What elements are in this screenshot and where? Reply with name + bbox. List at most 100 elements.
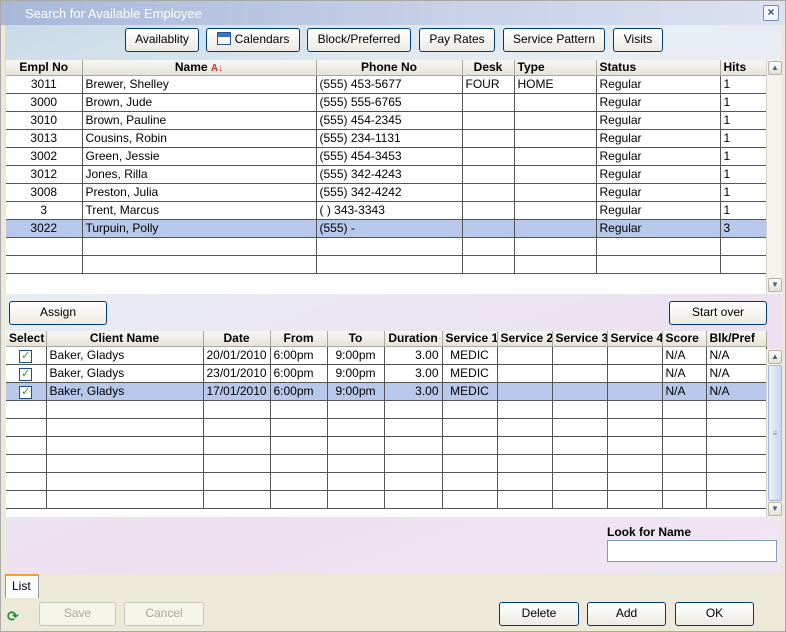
- name-cell: Jones, Rilla: [82, 165, 317, 184]
- scroll-up-arrow-icon[interactable]: ▲: [768, 350, 782, 364]
- select-cell: [6, 454, 47, 473]
- employee-row[interactable]: 3013 Cousins, Robin (555) 234-1131 Regular 1: [6, 129, 767, 148]
- window-title: Search for Available Employee: [25, 6, 202, 21]
- employee-grid: Empl No Name A↓ Phone No Desk Type Statu…: [6, 60, 767, 294]
- visit-row[interactable]: [6, 436, 767, 455]
- col-client-name[interactable]: Client Name: [46, 331, 204, 347]
- close-button[interactable]: ×: [763, 5, 779, 21]
- empl-no-cell: [6, 237, 83, 256]
- employee-row[interactable]: 3 Trent, Marcus( ) 343-3343 Regular 1: [6, 201, 767, 220]
- look-for-name-input[interactable]: [607, 540, 777, 562]
- to-cell: 9:00pm: [327, 364, 385, 383]
- duration-cell: 3.00: [384, 364, 443, 383]
- employee-row[interactable]: [6, 237, 767, 256]
- phone-cell: (555) 234-1131: [316, 129, 463, 148]
- type-cell: [514, 147, 597, 166]
- visit-row[interactable]: ✓ Baker, Gladys 20/01/2010 6:00pm 9:00pm 3.00…: [6, 346, 767, 365]
- employee-row[interactable]: 3011 Brewer, Shelley (555) 453-5677 FOUR HOM…: [6, 75, 767, 94]
- delete-button[interactable]: Delete: [499, 602, 579, 626]
- add-button[interactable]: Add: [587, 602, 666, 626]
- service-2-cell: [497, 472, 553, 491]
- client-name-cell: [46, 436, 204, 455]
- service-2-cell: [497, 346, 553, 365]
- employee-grid-scrollbar[interactable]: ▲ ▼: [766, 60, 782, 294]
- visits-grid-scrollbar[interactable]: ▲ ≡ ▼: [766, 349, 782, 517]
- visit-row[interactable]: [6, 454, 767, 473]
- service-1-cell: [442, 436, 498, 455]
- assign-button[interactable]: Assign: [9, 301, 107, 325]
- col-type[interactable]: Type: [514, 60, 597, 76]
- col-service-4[interactable]: Service 4: [607, 331, 663, 347]
- type-cell: [514, 183, 597, 202]
- col-name[interactable]: Name A↓: [82, 60, 317, 76]
- block-preferred-button[interactable]: Block/Preferred: [307, 28, 411, 52]
- col-to[interactable]: To: [327, 331, 385, 347]
- select-checkbox[interactable]: ✓: [19, 367, 33, 381]
- scroll-down-arrow-icon[interactable]: ▼: [768, 278, 782, 292]
- service-4-cell: [607, 418, 663, 437]
- col-blk-pref[interactable]: Blk/Pref: [706, 331, 767, 347]
- visit-row[interactable]: ✓ Baker, Gladys 23/01/2010 6:00pm 9:00pm 3.00…: [6, 364, 767, 383]
- scroll-down-arrow-icon[interactable]: ▼: [768, 502, 782, 516]
- pay-rates-button[interactable]: Pay Rates: [419, 28, 495, 52]
- blk-pref-cell: N/A: [706, 346, 767, 365]
- col-hits[interactable]: Hits: [720, 60, 767, 76]
- visit-row[interactable]: [6, 472, 767, 491]
- employee-row[interactable]: 3002 Green, Jessie (555) 454-3453 Regular 1: [6, 147, 767, 166]
- ok-button[interactable]: OK: [675, 602, 754, 626]
- visit-row[interactable]: [6, 490, 767, 509]
- service-pattern-button[interactable]: Service Pattern: [503, 28, 605, 52]
- select-checkbox[interactable]: ✓: [19, 349, 33, 363]
- type-cell: HOME: [514, 75, 597, 94]
- blk-pref-cell: [706, 436, 767, 455]
- save-button[interactable]: Save: [39, 602, 116, 626]
- employee-row[interactable]: [6, 255, 767, 274]
- col-score[interactable]: Score: [662, 331, 707, 347]
- type-cell: [514, 165, 597, 184]
- start-over-button[interactable]: Start over: [669, 301, 767, 325]
- cancel-button[interactable]: Cancel: [124, 602, 204, 626]
- empl-no-cell: 3011: [6, 75, 83, 94]
- col-status[interactable]: Status: [596, 60, 721, 76]
- empl-no-cell: 3000: [6, 93, 83, 112]
- visit-row[interactable]: [6, 418, 767, 437]
- visit-row[interactable]: ✓ Baker, Gladys 17/01/2010 6:00pm 9:00pm 3.00…: [6, 382, 767, 401]
- refresh-icon[interactable]: ⟳: [7, 609, 19, 623]
- col-desk[interactable]: Desk: [462, 60, 515, 76]
- col-empl-no[interactable]: Empl No: [6, 60, 83, 76]
- col-service-1[interactable]: Service 1: [442, 331, 498, 347]
- employee-row[interactable]: 3012 Jones, Rilla (555) 342-4243 Regular 1: [6, 165, 767, 184]
- blk-pref-cell: [706, 418, 767, 437]
- visit-row[interactable]: [6, 400, 767, 419]
- select-cell[interactable]: ✓: [6, 346, 47, 365]
- employee-row[interactable]: 3022 Turpuin, Polly (555) - Regular 3: [6, 219, 767, 238]
- scroll-thumb[interactable]: ≡: [768, 365, 782, 501]
- col-phone-no[interactable]: Phone No: [316, 60, 463, 76]
- name-cell: [82, 255, 317, 274]
- availability-button[interactable]: Availablity: [125, 28, 199, 52]
- status-cell: Regular: [596, 93, 721, 112]
- col-date[interactable]: Date: [203, 331, 271, 347]
- col-service-3[interactable]: Service 3: [552, 331, 608, 347]
- employee-row[interactable]: 3008 Preston, Julia (555) 342-4242 Regular 1: [6, 183, 767, 202]
- col-from[interactable]: From: [270, 331, 328, 347]
- col-duration[interactable]: Duration: [384, 331, 443, 347]
- date-cell: [203, 490, 271, 509]
- empl-no-cell: [6, 255, 83, 274]
- employee-row[interactable]: 3010 Brown, Pauline (555) 454-2345 Regular 1: [6, 111, 767, 130]
- select-cell[interactable]: ✓: [6, 382, 47, 401]
- col-service-2[interactable]: Service 2: [497, 331, 553, 347]
- select-cell[interactable]: ✓: [6, 364, 47, 383]
- calendars-button[interactable]: Calendars: [206, 28, 300, 52]
- scroll-up-arrow-icon[interactable]: ▲: [768, 61, 782, 75]
- duration-cell: [384, 436, 443, 455]
- empl-no-cell: 3008: [6, 183, 83, 202]
- empl-no-cell: 3: [6, 201, 83, 220]
- col-select[interactable]: Select: [6, 331, 47, 347]
- employee-row[interactable]: 3000 Brown, Jude (555) 555-6765 Regular 1: [6, 93, 767, 112]
- score-cell: [662, 436, 707, 455]
- visits-button[interactable]: Visits: [613, 28, 663, 52]
- calendar-icon: [216, 32, 231, 45]
- tab-list[interactable]: List: [5, 574, 39, 598]
- select-checkbox[interactable]: ✓: [19, 385, 33, 399]
